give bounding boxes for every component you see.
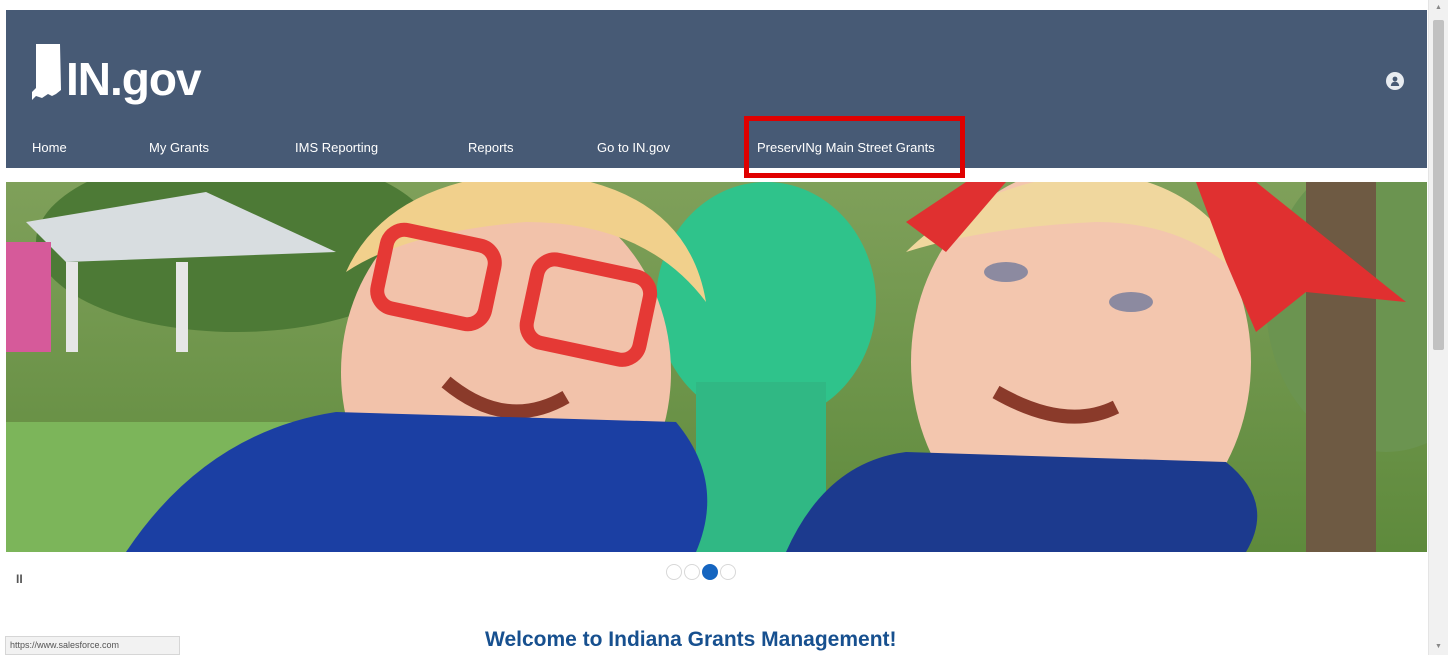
nav-item-go-to-ingov[interactable]: Go to IN.gov	[597, 140, 670, 155]
top-strip	[0, 0, 1428, 10]
logo-text: IN.gov	[66, 53, 202, 105]
carousel-indicators	[666, 564, 736, 580]
hero-photo-illustration	[6, 182, 1427, 552]
user-avatar-button[interactable]	[1386, 72, 1404, 90]
scrollbar-thumb[interactable]	[1433, 20, 1444, 350]
page: IN.gov Home My Grants IMS Reporting Repo…	[0, 0, 1448, 655]
carousel-controls: II	[6, 552, 1427, 602]
page-scrollbar[interactable]: ▲ ▼	[1428, 0, 1448, 655]
ingov-logo[interactable]: IN.gov	[30, 40, 202, 105]
user-avatar-icon	[1390, 76, 1400, 86]
carousel-dot-4[interactable]	[720, 564, 736, 580]
carousel-pause-button[interactable]: II	[16, 572, 23, 586]
scroll-down-arrow-icon[interactable]: ▼	[1429, 639, 1448, 655]
carousel-dot-1[interactable]	[666, 564, 682, 580]
scroll-up-arrow-icon[interactable]: ▲	[1429, 0, 1448, 16]
highlight-annotation-box	[744, 116, 965, 178]
main-navigation: Home My Grants IMS Reporting Reports Go …	[6, 130, 1427, 168]
welcome-heading: Welcome to Indiana Grants Management!	[485, 628, 897, 651]
nav-item-my-grants[interactable]: My Grants	[149, 140, 209, 155]
carousel-dot-3[interactable]	[702, 564, 718, 580]
carousel-dot-2[interactable]	[684, 564, 700, 580]
indiana-state-icon	[32, 44, 61, 100]
nav-item-reports[interactable]: Reports	[468, 140, 514, 155]
nav-item-ims-reporting[interactable]: IMS Reporting	[295, 140, 378, 155]
hero-carousel-image	[6, 182, 1427, 552]
nav-item-home[interactable]: Home	[32, 140, 67, 155]
browser-status-bar-url: https://www.salesforce.com	[5, 636, 180, 655]
